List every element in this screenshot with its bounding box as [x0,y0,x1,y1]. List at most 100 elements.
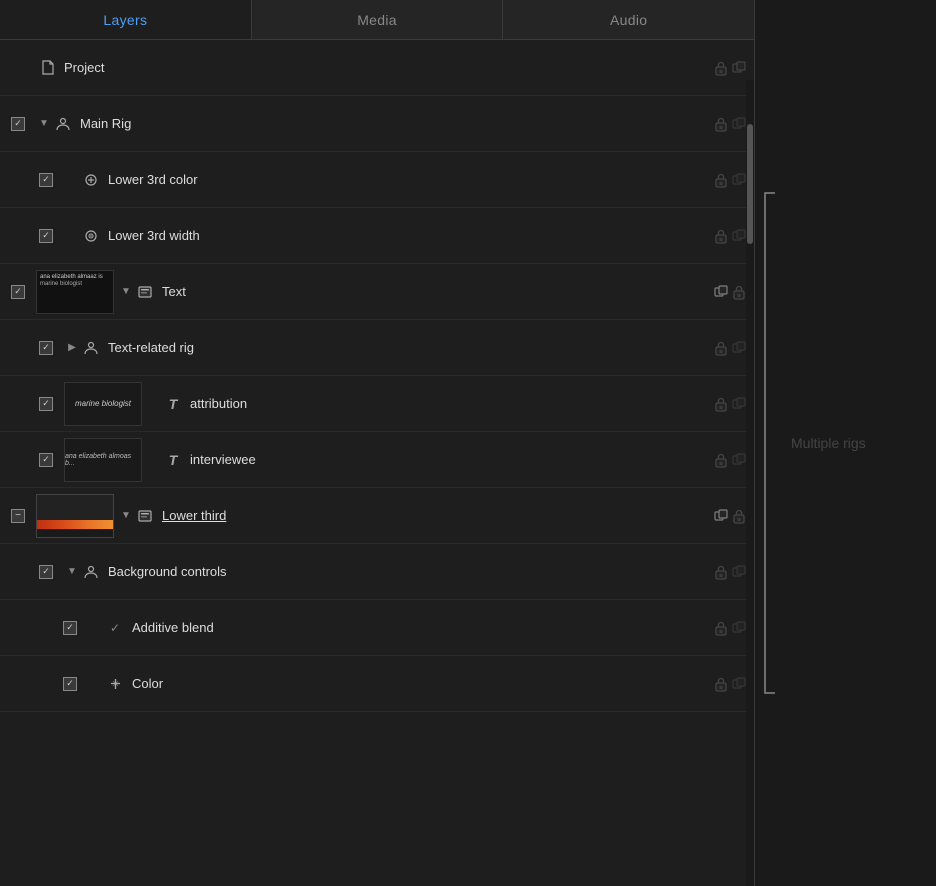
layer-name-main-rig: Main Rig [76,116,714,131]
lock-icon-main-rig[interactable] [714,116,728,132]
expand-text[interactable]: ▼ [118,286,134,297]
layers-list: Project ▼ [0,40,754,886]
checkbox-interviewee[interactable] [28,453,64,467]
lock-icon-lower-third[interactable] [732,508,746,524]
lock-area-interviewee [714,452,746,468]
lock-icon-lower-3rd-width[interactable] [714,228,728,244]
layer-row-lower-3rd-color: Lower 3rd color [0,152,754,208]
checkbox-attribution[interactable] [28,397,64,411]
lock-area-background-controls [714,564,746,580]
layer-row-lower-third: ▼ Lower third [0,488,754,544]
checkbox-text-related-rig[interactable] [28,341,64,355]
tab-layers[interactable]: Layers [0,0,252,39]
tab-audio[interactable]: Audio [503,0,754,39]
checkbox-main-rig-box[interactable] [11,117,25,131]
layer-name-project: Project [60,60,714,75]
group-icon-lower-3rd-width[interactable] [732,229,746,243]
group-icon-text[interactable] [714,285,728,299]
checkbox-main-rig[interactable] [0,117,36,131]
checkbox-color[interactable] [52,677,88,691]
layer-name-color: Color [128,676,714,691]
tab-bar: Layers Media Audio [0,0,754,40]
group-icon-text-related-rig[interactable] [732,341,746,355]
text-group-icon [134,285,156,299]
group-icon-attribution[interactable] [732,397,746,411]
checkbox-attribution-box[interactable] [39,397,53,411]
checkbox-additive-blend[interactable] [52,621,88,635]
checkbox-lower-3rd-color-box[interactable] [39,173,53,187]
checkbox-background-controls[interactable] [28,565,64,579]
checkbox-lower-third[interactable] [0,509,36,523]
group-icon-lower-3rd-color[interactable] [732,173,746,187]
lock-area-color [714,676,746,692]
checkbox-background-controls-box[interactable] [39,565,53,579]
group-icon-project[interactable] [732,61,746,75]
layer-row-text: ana elizabeth almaaz is marine biologist… [0,264,754,320]
checkbox-lower-3rd-color[interactable] [28,173,64,187]
checkbox-text-box[interactable] [11,285,25,299]
lock-icon-project[interactable] [714,60,728,76]
lock-area-lower-3rd-width [714,228,746,244]
expand-text-related-rig[interactable]: ▶ [64,342,80,353]
scrollbar[interactable] [746,80,754,886]
group-icon-interviewee[interactable] [732,453,746,467]
layer-name-additive-blend: Additive blend [128,620,714,635]
lock-icon-lower-3rd-color[interactable] [714,172,728,188]
lock-icon-interviewee[interactable] [714,452,728,468]
layer-name-text-related-rig: Text-related rig [104,340,714,355]
annotation-area: Multiple rigs [755,0,936,886]
background-controls-icon [80,565,102,579]
lower-3rd-color-icon [80,173,102,187]
checkbox-text-related-rig-box[interactable] [39,341,53,355]
checkbox-interviewee-box[interactable] [39,453,53,467]
layer-name-lower-3rd-color: Lower 3rd color [104,172,714,187]
group-icon-additive-blend[interactable] [732,621,746,635]
layer-row-project: Project [0,40,754,96]
checkbox-lower-third-box[interactable] [11,509,25,523]
scrollbar-thumb[interactable] [747,124,753,244]
layer-name-text: Text [158,284,714,299]
checkbox-lower-3rd-width[interactable] [28,229,64,243]
layer-row-background-controls: ▼ Background controls [0,544,754,600]
thumbnail-attribution: marine biologist [64,382,142,426]
tab-media[interactable]: Media [252,0,504,39]
layer-name-lower-third: Lower third [158,508,714,523]
lock-area-project [714,60,746,76]
text-related-rig-icon [80,341,102,355]
lock-area-additive-blend [714,620,746,636]
lock-icon-background-controls[interactable] [714,564,728,580]
checkbox-text[interactable] [0,285,36,299]
lock-area-lower-3rd-color [714,172,746,188]
lock-icon-color[interactable] [714,676,728,692]
checkbox-additive-blend-box[interactable] [63,621,77,635]
additive-blend-icon: ✓ [104,621,126,635]
group-icon-main-rig[interactable] [732,117,746,131]
layer-name-background-controls: Background controls [104,564,714,579]
layer-row-additive-blend: ✓ Additive blend [0,600,754,656]
group-icon-color[interactable] [732,677,746,691]
expand-background-controls[interactable]: ▼ [64,566,80,577]
thumbnail-text: ana elizabeth almaaz is marine biologist [36,270,114,314]
checkbox-lower-3rd-width-box[interactable] [39,229,53,243]
layer-row-interviewee: ana elizabeth almoas b... T interviewee [0,432,754,488]
attribution-icon: T [162,396,184,412]
layer-row-color: Color [0,656,754,712]
lock-area-lower-third [714,508,746,524]
thumbnail-lower-third [36,494,114,538]
color-icon [104,677,126,691]
expand-main-rig[interactable]: ▼ [36,118,52,129]
checkbox-color-box[interactable] [63,677,77,691]
layer-row-text-related-rig: ▶ Text-related rig [0,320,754,376]
lock-icon-additive-blend[interactable] [714,620,728,636]
expand-lower-third[interactable]: ▼ [118,510,134,521]
group-icon-lower-third[interactable] [714,509,728,523]
layer-name-attribution: attribution [186,396,714,411]
group-icon-background-controls[interactable] [732,565,746,579]
interviewee-icon: T [162,452,184,468]
lock-icon-attribution[interactable] [714,396,728,412]
lock-icon-text[interactable] [732,284,746,300]
lock-icon-text-related-rig[interactable] [714,340,728,356]
lock-area-attribution [714,396,746,412]
thumbnail-interviewee: ana elizabeth almoas b... [64,438,142,482]
bracket-svg [759,183,779,703]
